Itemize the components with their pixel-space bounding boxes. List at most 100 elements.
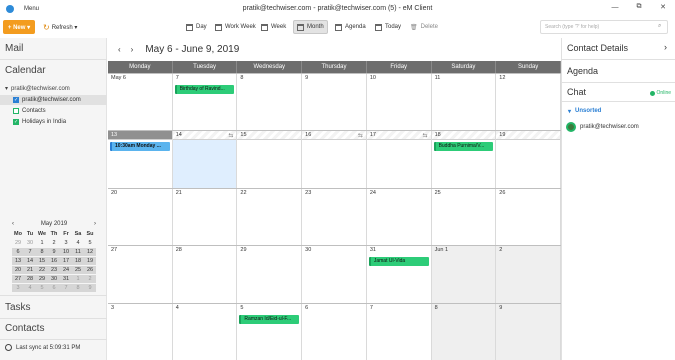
calendar-day-cell[interactable]: Jun 1 bbox=[431, 246, 497, 303]
delete-button[interactable]: 🗑 Delete bbox=[407, 20, 441, 34]
unsorted-group[interactable]: ▾ Unsorted bbox=[568, 108, 601, 115]
mini-day[interactable]: 8 bbox=[36, 248, 48, 256]
mini-day[interactable]: 13 bbox=[12, 257, 24, 265]
collapse-arrow-icon[interactable]: ▾ bbox=[568, 108, 571, 115]
week-view-button[interactable]: Week bbox=[258, 20, 289, 34]
sidebar-mail[interactable]: Mail bbox=[5, 43, 23, 54]
chat-header[interactable]: Chat bbox=[567, 87, 586, 97]
calendar-event[interactable]: 10:30am Monday ... bbox=[110, 142, 170, 151]
mini-day[interactable]: 16 bbox=[48, 257, 60, 265]
mini-day[interactable]: 2 bbox=[84, 275, 96, 283]
day-view-button[interactable]: Day bbox=[183, 20, 210, 34]
checkbox-icon[interactable]: ✓ bbox=[13, 119, 19, 125]
calendar-day-cell[interactable]: 4 bbox=[173, 304, 238, 360]
mini-day[interactable]: 30 bbox=[24, 239, 36, 247]
mini-day[interactable]: 18 bbox=[72, 257, 84, 265]
mini-day[interactable]: 9 bbox=[84, 284, 96, 292]
mini-day[interactable]: 3 bbox=[12, 284, 24, 292]
prev-period-button[interactable]: ‹ bbox=[118, 45, 121, 54]
mini-day[interactable]: 28 bbox=[24, 275, 36, 283]
calendar-day-cell[interactable]: 7 Birthday of Ravind... bbox=[173, 74, 238, 130]
close-icon[interactable]: ✕ bbox=[651, 0, 675, 14]
calendar-day-cell[interactable]: 2 bbox=[496, 246, 561, 303]
mini-day[interactable]: 19 bbox=[84, 257, 96, 265]
mini-day[interactable]: 24 bbox=[60, 266, 72, 274]
mini-day[interactable]: 3 bbox=[60, 239, 72, 247]
next-period-button[interactable]: › bbox=[131, 45, 134, 54]
menu-button[interactable]: Menu bbox=[24, 6, 39, 12]
minimize-icon[interactable]: — bbox=[603, 0, 627, 14]
sidebar-contacts[interactable]: Contacts bbox=[5, 323, 44, 334]
mini-day[interactable]: 8 bbox=[72, 284, 84, 292]
mini-day[interactable]: 11 bbox=[72, 248, 84, 256]
calendar-day-cell[interactable]: 9 bbox=[496, 304, 561, 360]
mini-day[interactable]: 4 bbox=[72, 239, 84, 247]
calendar-day-cell[interactable]: 28 bbox=[173, 246, 238, 303]
calendar-day-cell[interactable]: 11 bbox=[432, 74, 497, 130]
mini-day[interactable]: 15 bbox=[36, 257, 48, 265]
mini-day[interactable]: 31 bbox=[60, 275, 72, 283]
calendar-day-cell[interactable]: 19 bbox=[496, 131, 561, 188]
calendar-day-cell[interactable]: 18 Buddha Purnima/V... bbox=[431, 131, 497, 188]
checkbox-icon[interactable] bbox=[13, 108, 19, 114]
mini-day[interactable]: 12 bbox=[84, 248, 96, 256]
calendar-item-contacts[interactable]: Contacts bbox=[0, 106, 107, 116]
calendar-day-cell[interactable]: 12 bbox=[496, 74, 561, 130]
calendar-event[interactable]: Ramzan Id/Eid-ul-F... bbox=[239, 315, 300, 324]
calendar-day-cell[interactable]: 23 bbox=[302, 189, 367, 245]
mini-day[interactable]: 21 bbox=[24, 266, 36, 274]
calendar-day-cell[interactable]: 10 bbox=[367, 74, 432, 130]
agenda-header[interactable]: Agenda bbox=[567, 66, 598, 76]
calendar-event[interactable]: Jamat Ul-Vida bbox=[368, 257, 429, 266]
collapse-arrow-icon[interactable]: ▾ bbox=[5, 85, 8, 92]
calendar-day-cell[interactable]: 29 bbox=[237, 246, 303, 303]
calendar-day-cell[interactable]: 20 bbox=[108, 189, 173, 245]
mini-day[interactable]: 29 bbox=[12, 239, 24, 247]
calendar-day-cell[interactable]: 27 bbox=[108, 246, 173, 303]
mini-day[interactable]: 7 bbox=[60, 284, 72, 292]
mini-day[interactable]: 6 bbox=[48, 284, 60, 292]
calendar-day-cell[interactable]: ⇆ 17 bbox=[366, 131, 432, 188]
calendar-day-cell[interactable]: 24 bbox=[367, 189, 432, 245]
month-view-button[interactable]: Month bbox=[293, 20, 328, 34]
contact-details-header[interactable]: Contact Details bbox=[567, 43, 628, 53]
calendar-day-cell[interactable]: 3 bbox=[108, 304, 173, 360]
calendar-day-cell[interactable]: 8 bbox=[431, 304, 497, 360]
agenda-view-button[interactable]: Agenda bbox=[332, 20, 369, 34]
search-input[interactable]: Search (type '?' for help) bbox=[540, 20, 668, 34]
calendar-event[interactable]: Birthday of Ravind... bbox=[174, 85, 235, 94]
calendar-day-cell[interactable]: 8 bbox=[237, 74, 303, 130]
chevron-right-icon[interactable]: › bbox=[664, 42, 667, 52]
account-node[interactable]: ▾ pratik@techwiser.com bbox=[5, 85, 70, 93]
calendar-day-cell[interactable]: 15 bbox=[237, 131, 303, 188]
mini-day[interactable]: 23 bbox=[48, 266, 60, 274]
calendar-day-cell[interactable]: 9 bbox=[302, 74, 367, 130]
calendar-day-cell[interactable]: 21 bbox=[173, 189, 238, 245]
online-status[interactable]: Online bbox=[649, 90, 671, 96]
mini-day[interactable]: 22 bbox=[36, 266, 48, 274]
mini-day[interactable]: 9 bbox=[48, 248, 60, 256]
today-button[interactable]: Today bbox=[372, 20, 404, 34]
calendar-day-cell[interactable]: 6 bbox=[302, 304, 367, 360]
mini-day[interactable]: 17 bbox=[60, 257, 72, 265]
mini-day[interactable]: 1 bbox=[36, 239, 48, 247]
mini-day[interactable]: 1 bbox=[72, 275, 84, 283]
checkbox-icon[interactable]: ✓ bbox=[13, 97, 19, 103]
mini-day[interactable]: 29 bbox=[36, 275, 48, 283]
mini-next-button[interactable]: › bbox=[94, 221, 96, 227]
calendar-day-cell[interactable]: ⇆ 14 bbox=[172, 131, 238, 188]
calendar-event[interactable]: Buddha Purnima/V... bbox=[433, 142, 494, 151]
mini-day[interactable]: 26 bbox=[84, 266, 96, 274]
calendar-day-cell[interactable]: 31 Jamat Ul-Vida bbox=[367, 246, 432, 303]
calendar-day-cell[interactable]: 7 bbox=[367, 304, 432, 360]
search-icon[interactable]: ⌕ bbox=[658, 23, 671, 30]
calendar-day-cell[interactable]: 5 Ramzan Id/Eid-ul-F... bbox=[237, 304, 303, 360]
new-button[interactable]: + New ▾ bbox=[3, 20, 35, 34]
calendar-day-cell[interactable]: 22 bbox=[237, 189, 303, 245]
mini-day[interactable]: 25 bbox=[72, 266, 84, 274]
mini-day[interactable]: 30 bbox=[48, 275, 60, 283]
calendar-day-cell[interactable]: 26 bbox=[496, 189, 561, 245]
calendar-item-account[interactable]: ✓ pratik@techwiser.com bbox=[0, 95, 107, 105]
calendar-day-cell[interactable]: ⇆ 16 bbox=[302, 131, 367, 188]
calendar-day-cell[interactable]: 30 bbox=[302, 246, 367, 303]
